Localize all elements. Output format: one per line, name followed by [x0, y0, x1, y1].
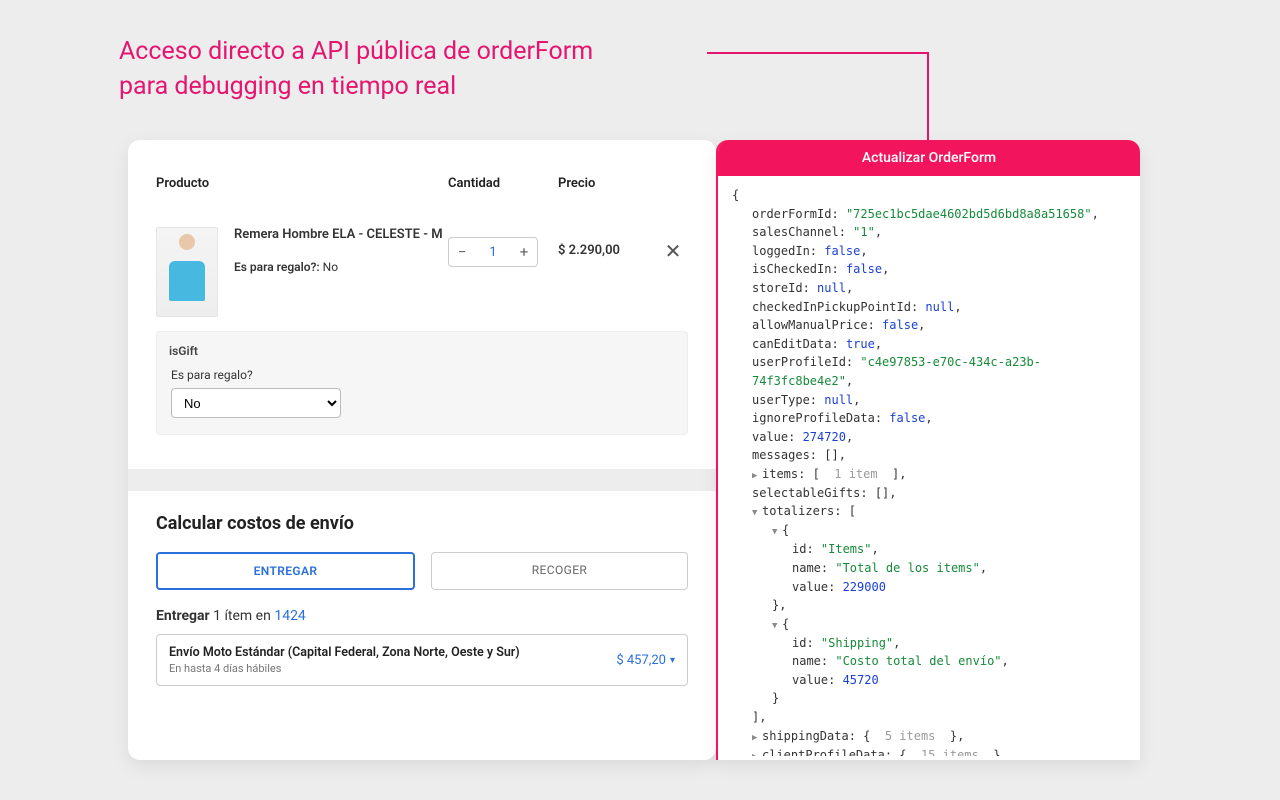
shipping-option-eta: En hasta 4 días hábiles — [169, 662, 520, 675]
shipping-option-price: $ 457,20 ▾ — [616, 653, 675, 668]
shipping-card: Calcular costos de envío ENTREGAR RECOGE… — [128, 469, 716, 686]
chevron-down-icon: ▾ — [670, 655, 675, 666]
item-price: $ 2.290,00 — [558, 243, 658, 258]
collapse-icon[interactable]: ▼ — [772, 526, 782, 540]
cart-header-row: Producto Cantidad Precio — [156, 168, 688, 209]
product-gift-line: Es para regalo?: No — [234, 260, 448, 274]
heading-line-1: Acceso directo a API pública de orderFor… — [119, 37, 593, 66]
header-qty: Cantidad — [448, 176, 558, 191]
isgift-field-label: Es para regalo? — [171, 368, 673, 382]
heading-line-2: para debugging en tiempo real — [119, 72, 456, 101]
tab-deliver[interactable]: ENTREGAR — [156, 552, 415, 590]
expand-icon[interactable]: ▶ — [752, 732, 762, 746]
isgift-select[interactable]: No — [171, 388, 341, 418]
product-name: Remera Hombre ELA - CELESTE - M — [234, 227, 448, 242]
collapse-icon[interactable]: ▼ — [752, 507, 762, 521]
expand-icon[interactable]: ▶ — [752, 751, 762, 756]
expand-icon[interactable]: ▶ — [752, 470, 762, 484]
debug-header[interactable]: Actualizar OrderForm — [718, 140, 1140, 176]
deliver-summary: Entregar 1 ítem en 1424 — [156, 608, 688, 624]
isgift-title: isGift — [169, 344, 198, 358]
checkout-panel: Producto Cantidad Precio Remera Hombre E… — [128, 140, 716, 760]
qty-plus-button[interactable]: + — [511, 243, 537, 261]
tab-pickup[interactable]: RECOGER — [431, 552, 688, 590]
header-product: Producto — [156, 176, 448, 191]
product-image — [156, 227, 218, 317]
shipping-option-name: Envío Moto Estándar (Capital Federal, Zo… — [169, 645, 520, 660]
zip-link[interactable]: 1424 — [274, 608, 305, 624]
qty-minus-button[interactable]: − — [449, 243, 475, 261]
page-heading: Acceso directo a API pública de orderFor… — [119, 34, 593, 104]
qty-value: 1 — [475, 245, 511, 260]
shipping-option[interactable]: Envío Moto Estándar (Capital Federal, Zo… — [156, 634, 688, 686]
cart-item-row: Remera Hombre ELA - CELESTE - M Es para … — [156, 209, 688, 323]
quantity-stepper[interactable]: − 1 + — [448, 237, 538, 267]
debug-panel: Actualizar OrderForm { orderFormId: "725… — [716, 140, 1140, 760]
callout-connector — [707, 52, 929, 142]
shipping-title: Calcular costos de envío — [156, 513, 688, 534]
isgift-block: isGift Es para regalo? No — [156, 331, 688, 435]
collapse-icon[interactable]: ▼ — [772, 620, 782, 634]
remove-item-button[interactable]: ✕ — [658, 239, 688, 263]
header-price: Precio — [558, 176, 658, 191]
json-viewer[interactable]: { orderFormId: "725ec1bc5dae4602bd5d6bd8… — [718, 176, 1140, 756]
